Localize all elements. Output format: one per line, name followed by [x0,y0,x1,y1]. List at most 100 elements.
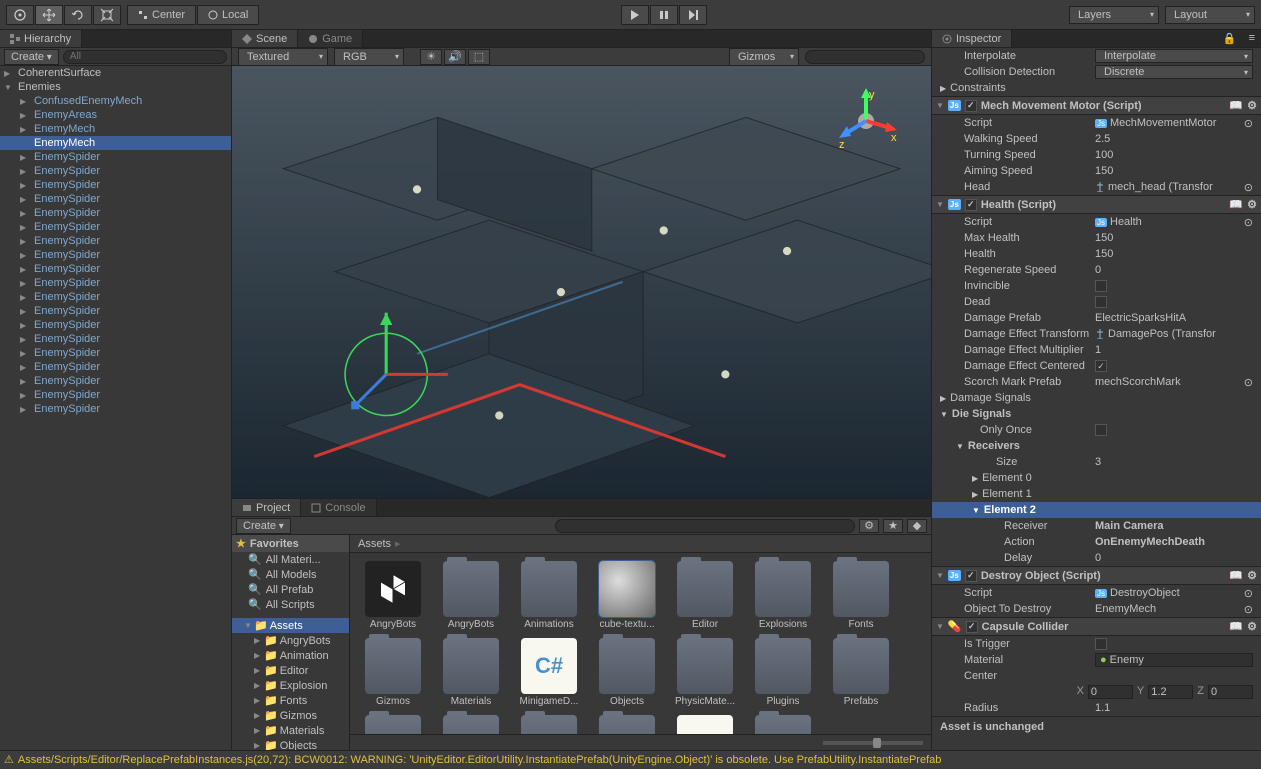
asset-item[interactable]: Fonts [826,561,896,630]
damage-signals-foldout[interactable]: Damage Signals [950,392,1105,404]
render-dropdown[interactable]: RGB [334,48,404,66]
gear-icon[interactable]: ⚙ [1247,620,1257,633]
damage-mult-field[interactable]: 1 [1095,344,1253,356]
asset-item[interactable]: Plugins [748,638,818,707]
hierarchy-item[interactable]: ▶EnemySpider [0,150,231,164]
favorite-search-item[interactable]: 🔍All Materi... [232,552,349,567]
object-destroy-ref[interactable]: EnemyMech [1095,603,1244,615]
asset-item[interactable]: Objects [592,638,662,707]
folder-tree-item[interactable]: ▶📁Materials [232,723,349,738]
hierarchy-list[interactable]: ▶CoherentSurface▼Enemies▶ConfusedEnemyMe… [0,66,231,750]
project-create[interactable]: Create ▾ [236,518,291,534]
pivot-local[interactable]: Local [197,5,259,25]
scene-light-toggle[interactable]: ☀ [420,49,442,65]
dead-checkbox[interactable] [1095,296,1107,308]
aiming-speed-field[interactable]: 150 [1095,165,1253,177]
pause-button[interactable] [650,5,678,25]
damage-centered-checkbox[interactable] [1095,360,1107,372]
asset-item[interactable]: C#MinigameD... [514,638,584,707]
health-header[interactable]: ▼ Js Health (Script) 📖 ⚙ [932,195,1261,214]
destroy-header[interactable]: ▼ Js Destroy Object (Script) 📖 ⚙ [932,566,1261,585]
gear-icon[interactable]: ⚙ [1247,99,1257,112]
hand-tool[interactable] [6,5,34,25]
scene-audio-toggle[interactable]: 🔊 [444,49,466,65]
pivot-center[interactable]: Center [127,5,196,25]
only-once-checkbox[interactable] [1095,424,1107,436]
hierarchy-item[interactable]: ▶EnemySpider [0,206,231,220]
game-tab[interactable]: Game [298,30,363,47]
hierarchy-item[interactable]: ▶EnemySpider [0,234,231,248]
inspector-lock-icon[interactable]: 🔒 [1217,30,1243,47]
regen-field[interactable]: 0 [1095,264,1253,276]
asset-grid[interactable]: AngryBotsAngryBotsAnimationscube-textu..… [350,553,931,734]
collision-dropdown[interactable]: Discrete [1095,65,1253,79]
receivers-foldout[interactable]: Receivers [968,440,1123,452]
asset-item[interactable]: Scripts [514,715,584,734]
asset-item[interactable]: Prefabs [826,638,896,707]
asset-item[interactable]: C#SignalRece... [670,715,740,734]
destroy-script-ref[interactable]: JsDestroyObject⊙ [1095,587,1253,600]
help-icon[interactable]: 📖 [1229,620,1243,633]
gear-icon[interactable]: ⚙ [1247,198,1257,211]
hierarchy-item[interactable]: ▶EnemySpider [0,178,231,192]
hierarchy-item[interactable]: ▶EnemySpider [0,248,231,262]
folder-tree-item[interactable]: ▶📁Explosion [232,678,349,693]
die-signals-foldout[interactable]: Die Signals [952,408,1107,420]
favorite-icon[interactable]: ★ [883,519,903,533]
hierarchy-item[interactable]: ▶EnemySpider [0,332,231,346]
asset-item[interactable]: AngryBots [436,561,506,630]
hierarchy-item[interactable]: ▶EnemySpider [0,276,231,290]
inspector-tab[interactable]: Inspector [932,30,1012,47]
hierarchy-item[interactable]: ▶EnemyMech [0,122,231,136]
interpolate-dropdown[interactable]: Interpolate [1095,49,1253,63]
layout-dropdown[interactable]: Layout [1165,6,1255,24]
health-field[interactable]: 150 [1095,248,1253,260]
element2-foldout[interactable]: Element 2 [984,504,1139,516]
status-bar[interactable]: ⚠ Assets/Scripts/Editor/ReplacePrefabIns… [0,750,1261,768]
health-enabled[interactable] [965,199,977,211]
rotate-tool[interactable] [64,5,92,25]
project-sidebar[interactable]: ★Favorites 🔍All Materi...🔍All Models🔍All… [232,535,350,750]
hierarchy-item[interactable]: EnemyMech [0,136,231,150]
layers-dropdown[interactable]: Layers [1069,6,1159,24]
filter-icon[interactable]: ⚙ [859,519,879,533]
hierarchy-create[interactable]: Create ▾ [4,49,59,65]
hierarchy-item[interactable]: ▶EnemySpider [0,388,231,402]
center-y-field[interactable] [1148,685,1193,699]
hierarchy-item[interactable]: ▶EnemySpider [0,374,231,388]
head-ref[interactable]: mech_head (Transfor⊙ [1095,181,1253,194]
asset-item[interactable]: Materials [436,638,506,707]
center-z-field[interactable] [1208,685,1253,699]
hierarchy-item[interactable]: ▶CoherentSurface [0,66,231,80]
damage-transform-ref[interactable]: DamagePos (Transfor [1095,328,1253,340]
asset-item[interactable]: PhysicMate... [670,638,740,707]
project-tab[interactable]: Project [232,499,301,516]
folder-tree-item[interactable]: ▶📁Objects [232,738,349,750]
asset-item[interactable]: AngryBots [358,561,428,630]
radius-field[interactable]: 1.1 [1095,702,1253,714]
damage-prefab-ref[interactable]: ElectricSparksHitA [1095,312,1253,324]
console-tab[interactable]: Console [301,499,376,516]
scene-tab[interactable]: Scene [232,30,298,47]
hierarchy-item[interactable]: ▶EnemySpider [0,164,231,178]
folder-tree-item[interactable]: ▶📁Gizmos [232,708,349,723]
project-breadcrumb[interactable]: Assets ▸ [350,535,931,553]
mech-motor-header[interactable]: ▼ Js Mech Movement Motor (Script) 📖 ⚙ [932,96,1261,115]
project-search[interactable] [555,519,855,533]
favorite-search-item[interactable]: 🔍All Scripts [232,597,349,612]
receiver-ref[interactable]: Main Camera [1095,520,1253,532]
hierarchy-item[interactable]: ▶EnemyAreas [0,108,231,122]
mech-motor-enabled[interactable] [965,100,977,112]
delay-field[interactable]: 0 [1095,552,1253,564]
asset-item[interactable]: Editor [670,561,740,630]
play-button[interactable] [621,5,649,25]
folder-tree-item[interactable]: ▶📁Fonts [232,693,349,708]
gizmos-dropdown[interactable]: Gizmos [729,48,799,66]
favorite-search-item[interactable]: 🔍All Prefab [232,582,349,597]
folder-tree-item[interactable]: ▶📁Editor [232,663,349,678]
inspector-menu-icon[interactable]: ≡ [1243,30,1261,47]
receivers-size-field[interactable]: 3 [1095,456,1253,468]
turning-speed-field[interactable]: 100 [1095,149,1253,161]
hierarchy-item[interactable]: ▶EnemySpider [0,318,231,332]
material-ref[interactable]: ●Enemy [1095,653,1253,667]
